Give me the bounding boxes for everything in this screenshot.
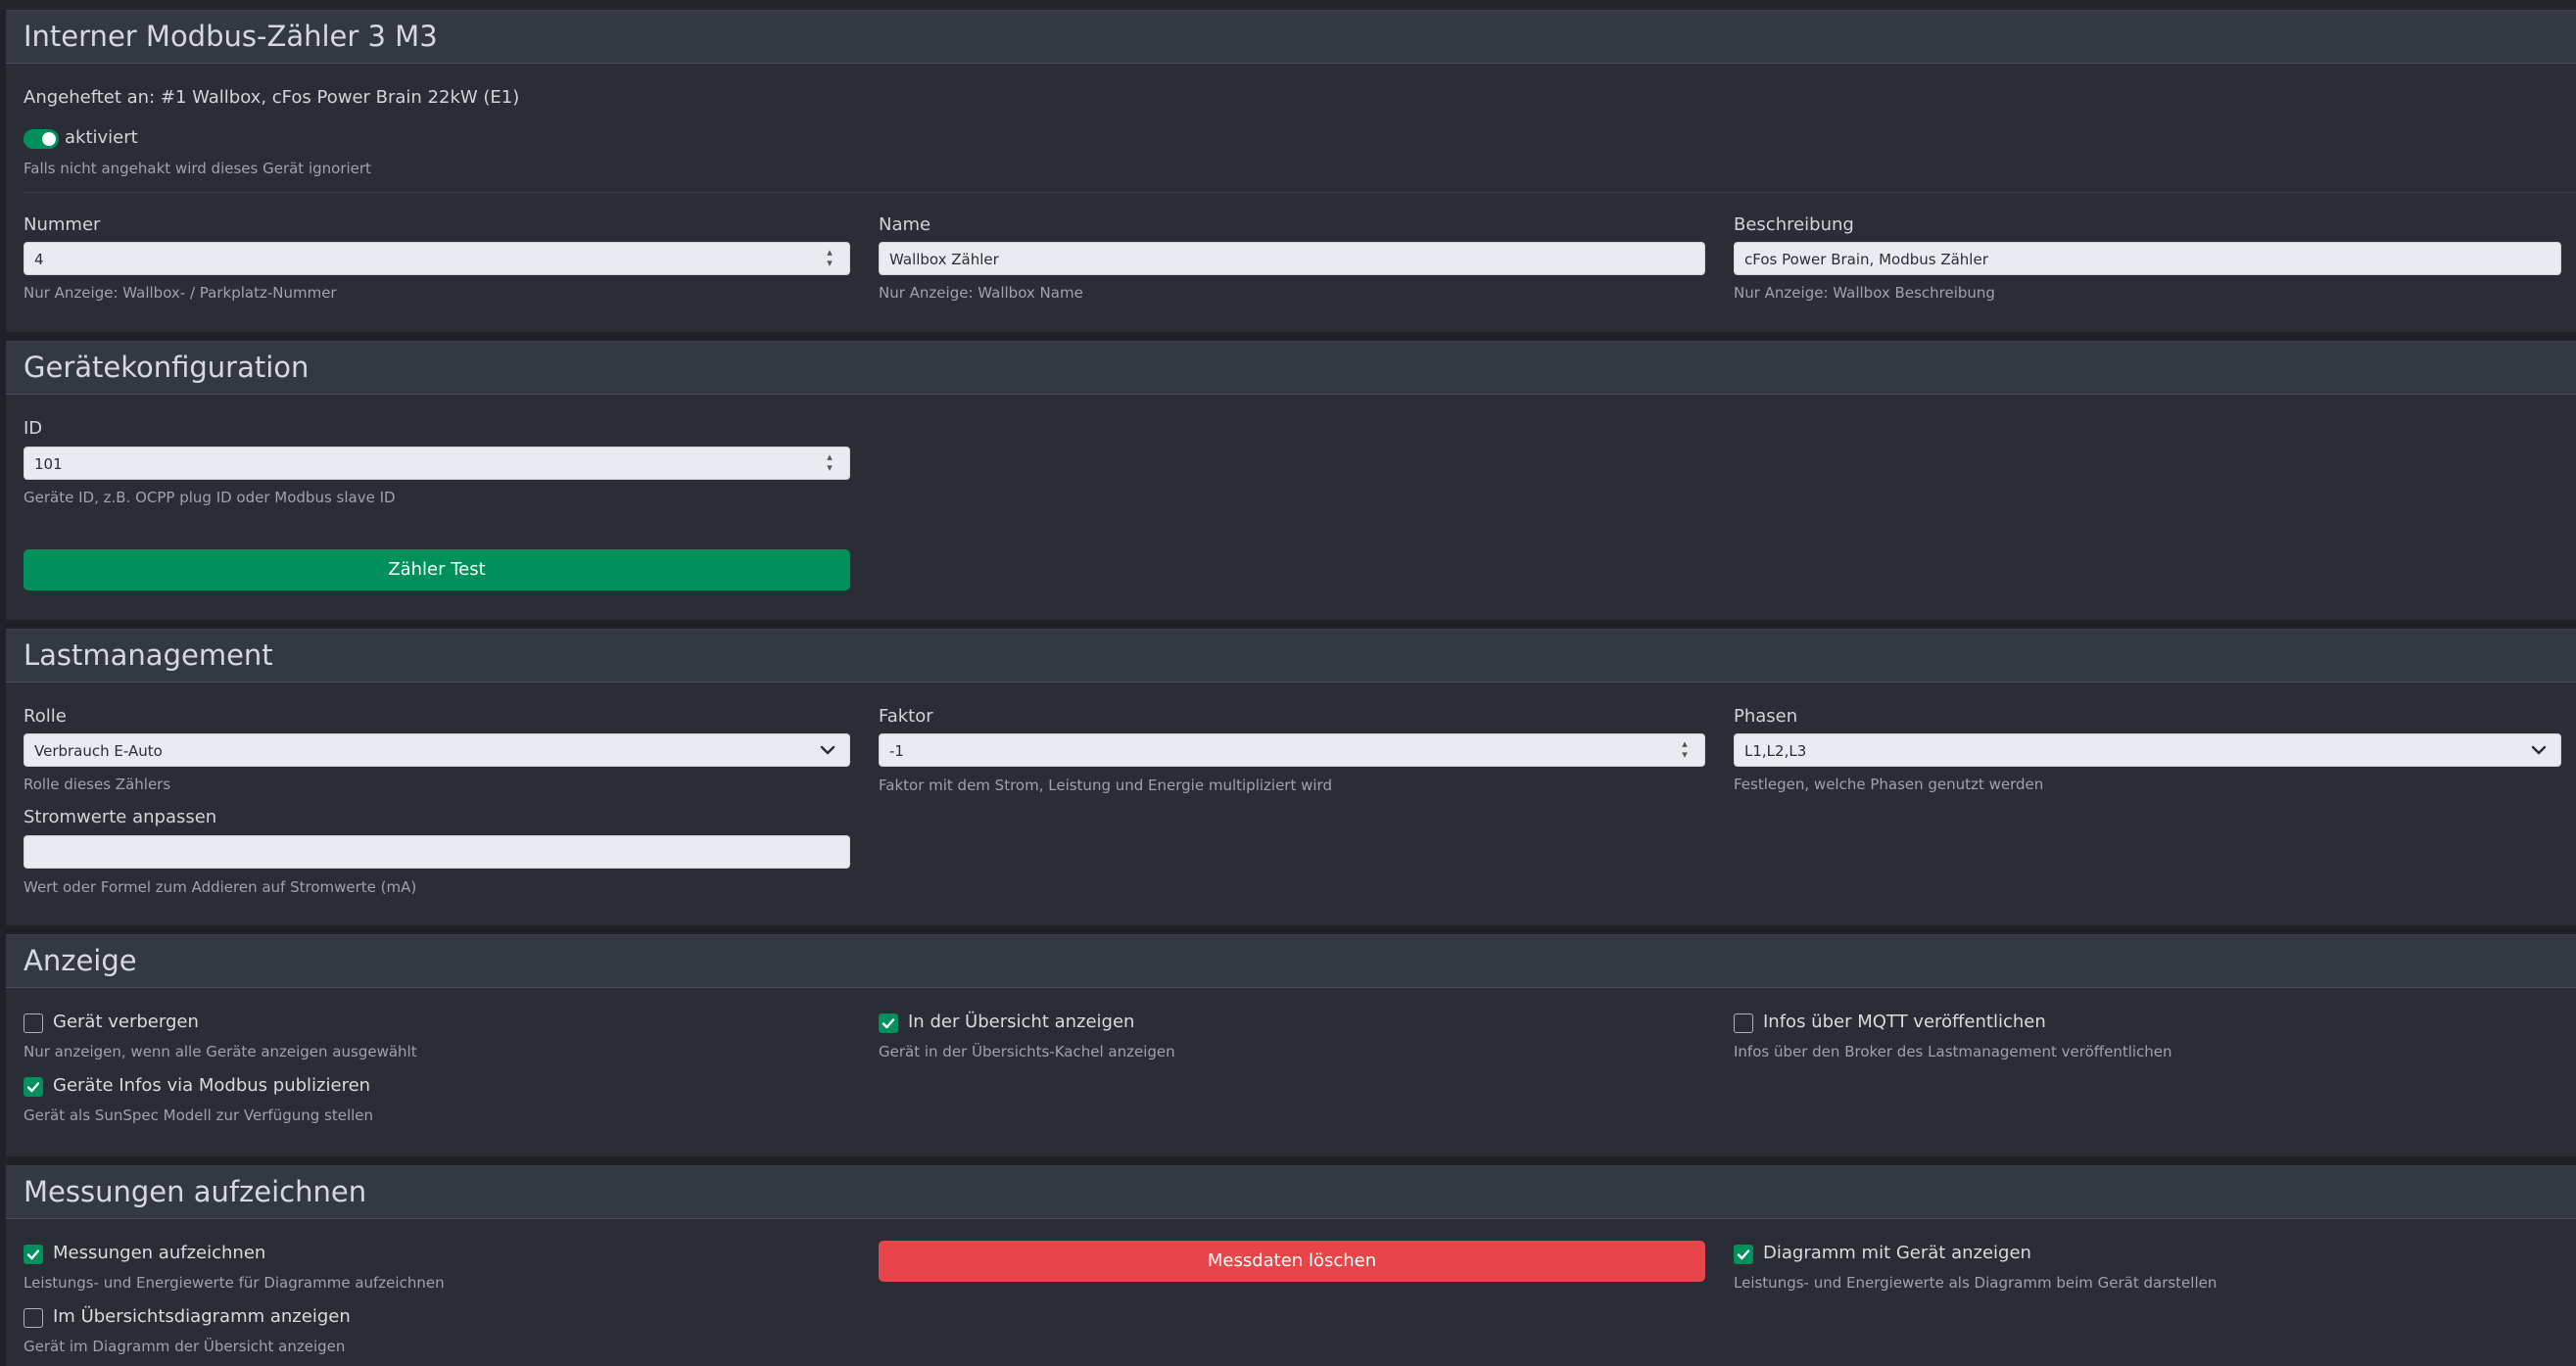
- beschreibung-input[interactable]: cFos Power Brain, Modbus Zähler: [1734, 242, 2561, 275]
- card-load-management: Lastmanagement Rolle Verbrauch E-Auto Ro…: [6, 629, 2576, 925]
- modbus-publish-help: Gerät als SunSpec Modell zur Verfügung s…: [24, 1107, 374, 1124]
- modbus-publish-label: Geräte Infos via Modbus publizieren: [53, 1075, 371, 1096]
- spinner-arrows-icon[interactable]: ▴ ▾: [1679, 738, 1691, 762]
- spinner-arrows-icon[interactable]: ▴ ▾: [824, 247, 835, 270]
- phasen-value: L1,L2,L3: [1744, 742, 1807, 760]
- card-header: [6, 342, 2576, 395]
- nummer-value: 4: [34, 251, 44, 268]
- rolle-help: Rolle dieses Zählers: [24, 776, 171, 793]
- chevron-down-icon: [2531, 745, 2547, 755]
- show-in-overview-help: Gerät in der Übersichts-Kachel anzeigen: [879, 1043, 1175, 1060]
- active-help: Falls nicht angehakt wird dieses Gerät i…: [24, 160, 371, 177]
- rolle-label: Rolle: [24, 706, 67, 727]
- faktor-label: Faktor: [879, 706, 933, 727]
- active-toggle[interactable]: [24, 129, 59, 149]
- show-chart-checkbox[interactable]: [1734, 1245, 1753, 1264]
- record-measurements-help: Leistungs- und Energiewerte für Diagramm…: [24, 1274, 445, 1292]
- card-header: [6, 1166, 2576, 1219]
- hide-device-checkbox[interactable]: [24, 1013, 43, 1033]
- faktor-help: Faktor mit dem Strom, Leistung und Energ…: [879, 777, 1332, 794]
- divider: [24, 192, 2576, 193]
- rolle-value: Verbrauch E-Auto: [34, 742, 163, 760]
- checkmark-icon: [26, 1082, 40, 1093]
- toggle-knob: [42, 132, 56, 146]
- show-in-overview-checkbox[interactable]: [879, 1013, 898, 1033]
- beschreibung-value: cFos Power Brain, Modbus Zähler: [1744, 251, 1988, 268]
- nummer-help: Nur Anzeige: Wallbox- / Parkplatz-Nummer: [24, 284, 337, 302]
- faktor-input[interactable]: -1 ▴ ▾: [879, 733, 1705, 767]
- card-header: [6, 935, 2576, 988]
- card-device-config: Gerätekonfiguration ID 101 ▴ ▾ Geräte ID,…: [6, 341, 2576, 620]
- meter-test-button[interactable]: Zähler Test: [24, 549, 850, 590]
- overview-chart-checkbox[interactable]: [24, 1308, 43, 1328]
- beschreibung-help: Nur Anzeige: Wallbox Beschreibung: [1734, 284, 1995, 302]
- mqtt-publish-help: Infos über den Broker des Lastmanagement…: [1734, 1043, 2172, 1060]
- hide-device-help: Nur anzeigen, wenn alle Geräte anzeigen …: [24, 1043, 417, 1060]
- modbus-publish-checkbox[interactable]: [24, 1077, 43, 1097]
- page-title: Interner Modbus-Zähler 3 M3: [24, 20, 438, 53]
- section-title-load: Lastmanagement: [24, 638, 273, 672]
- beschreibung-label: Beschreibung: [1734, 214, 1854, 235]
- phasen-select[interactable]: L1,L2,L3: [1734, 733, 2561, 767]
- nummer-label: Nummer: [24, 214, 101, 235]
- section-title-display: Anzeige: [24, 944, 137, 977]
- show-chart-label: Diagramm mit Gerät anzeigen: [1763, 1243, 2031, 1263]
- show-chart-help: Leistungs- und Energiewerte als Diagramm…: [1734, 1274, 2218, 1292]
- hide-device-label: Gerät verbergen: [53, 1012, 199, 1032]
- card-display: Anzeige Gerät verbergen Nur anzeigen, we…: [6, 934, 2576, 1156]
- name-help: Nur Anzeige: Wallbox Name: [879, 284, 1083, 302]
- checkmark-icon: [882, 1018, 895, 1029]
- active-label: aktiviert: [65, 127, 138, 148]
- checkmark-icon: [1737, 1249, 1750, 1260]
- strom-help: Wert oder Formel zum Addieren auf Stromw…: [24, 878, 417, 896]
- name-label: Name: [879, 214, 931, 235]
- chevron-down-icon: [820, 745, 835, 755]
- attached-info: Angeheftet an: #1 Wallbox, cFos Power Br…: [24, 87, 520, 108]
- delete-measurements-button[interactable]: Messdaten löschen: [879, 1241, 1705, 1282]
- nummer-input[interactable]: 4 ▴ ▾: [24, 242, 850, 275]
- rolle-select[interactable]: Verbrauch E-Auto: [24, 733, 850, 767]
- id-input[interactable]: 101 ▴ ▾: [24, 447, 850, 480]
- strom-input[interactable]: [24, 835, 850, 869]
- mqtt-publish-checkbox[interactable]: [1734, 1013, 1753, 1033]
- id-label: ID: [24, 418, 43, 439]
- name-input[interactable]: Wallbox Zähler: [879, 242, 1705, 275]
- phasen-label: Phasen: [1734, 706, 1798, 727]
- overview-chart-label: Im Übersichtsdiagramm anzeigen: [53, 1306, 351, 1327]
- strom-label: Stromwerte anpassen: [24, 807, 217, 827]
- faktor-value: -1: [889, 742, 904, 760]
- record-measurements-checkbox[interactable]: [24, 1245, 43, 1264]
- record-measurements-label: Messungen aufzeichnen: [53, 1243, 266, 1263]
- spinner-arrows-icon[interactable]: ▴ ▾: [824, 451, 835, 475]
- card-device-header: Interner Modbus-Zähler 3 M3 Angeheftet a…: [6, 10, 2576, 332]
- phasen-help: Festlegen, welche Phasen genutzt werden: [1734, 776, 2044, 793]
- card-header: [6, 630, 2576, 683]
- section-title-config: Gerätekonfiguration: [24, 351, 310, 384]
- checkmark-icon: [26, 1249, 40, 1260]
- name-value: Wallbox Zähler: [889, 251, 999, 268]
- section-title-record: Messungen aufzeichnen: [24, 1175, 367, 1208]
- overview-chart-help: Gerät im Diagramm der Übersicht anzeigen: [24, 1338, 346, 1355]
- top-strip: [0, 0, 2576, 10]
- id-help: Geräte ID, z.B. OCPP plug ID oder Modbus…: [24, 489, 396, 506]
- id-value: 101: [34, 455, 63, 473]
- card-record-measurements: Messungen aufzeichnen Messungen aufzeich…: [6, 1165, 2576, 1366]
- show-in-overview-label: In der Übersicht anzeigen: [908, 1012, 1135, 1032]
- mqtt-publish-label: Infos über MQTT veröffentlichen: [1763, 1012, 2046, 1032]
